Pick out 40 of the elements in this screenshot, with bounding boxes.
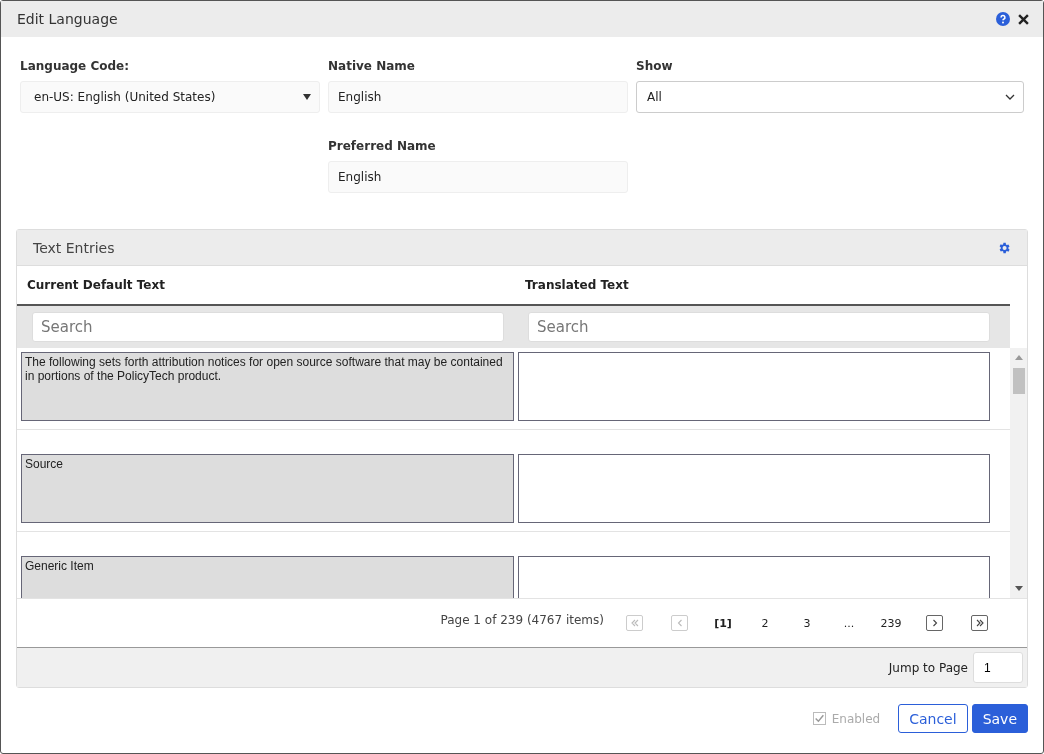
field-label: Native Name xyxy=(328,58,416,75)
jump-label: Jump to Page xyxy=(888,660,968,675)
panel-title: Text Entries xyxy=(33,239,115,256)
page-link[interactable]: 2 xyxy=(744,616,786,630)
close-icon[interactable] xyxy=(1018,13,1029,25)
field-label: Show xyxy=(636,58,674,75)
default-text-cell: Source xyxy=(21,454,514,523)
page-link[interactable]: 3 xyxy=(786,616,828,630)
translation-field[interactable] xyxy=(518,454,990,523)
page-link[interactable]: ... xyxy=(828,616,870,630)
scroll-down-icon[interactable] xyxy=(1014,586,1023,592)
search-field[interactable]: Search xyxy=(32,312,504,342)
chevron-down-icon xyxy=(1005,94,1015,100)
native-name-field[interactable]: English xyxy=(328,81,628,113)
column-header: Translated Text xyxy=(524,278,630,292)
preferred-name-field[interactable]: English xyxy=(328,161,628,193)
page-summary: Page 1 of 239 (4767 items) xyxy=(440,613,604,627)
search-field[interactable]: Search xyxy=(528,312,990,342)
default-text-cell: Generic Item xyxy=(21,556,514,598)
field-label: Language Code: xyxy=(20,58,130,75)
save-button[interactable]: Save xyxy=(971,704,1028,733)
page-link[interactable]: [1] xyxy=(702,616,744,630)
window-title: Edit Language xyxy=(17,11,119,27)
scrollbar[interactable] xyxy=(1010,348,1027,598)
page-link[interactable]: 239 xyxy=(870,616,912,630)
settings-icon[interactable] xyxy=(997,240,1011,255)
checkmark-icon xyxy=(813,713,825,724)
column-header: Current Default Text xyxy=(26,278,166,292)
translation-field[interactable] xyxy=(518,352,990,421)
dropdown-icon xyxy=(303,94,311,100)
next-page-button[interactable] xyxy=(926,615,943,631)
help-icon[interactable] xyxy=(996,12,1010,26)
language-code-select[interactable]: en-US: English (United States) xyxy=(20,81,320,113)
default-text-cell: The following sets forth attribution notices for open source software that may be contained in portions of the PolicyTech product. xyxy=(21,352,514,421)
field-label: Preferred Name xyxy=(328,138,437,155)
jump-page-field[interactable]: 1 xyxy=(973,652,1023,683)
last-page-button[interactable] xyxy=(971,615,988,631)
cancel-button[interactable]: Cancel xyxy=(898,704,968,733)
scrollbar-thumb[interactable] xyxy=(1012,368,1025,394)
show-select[interactable]: All xyxy=(636,81,1024,113)
